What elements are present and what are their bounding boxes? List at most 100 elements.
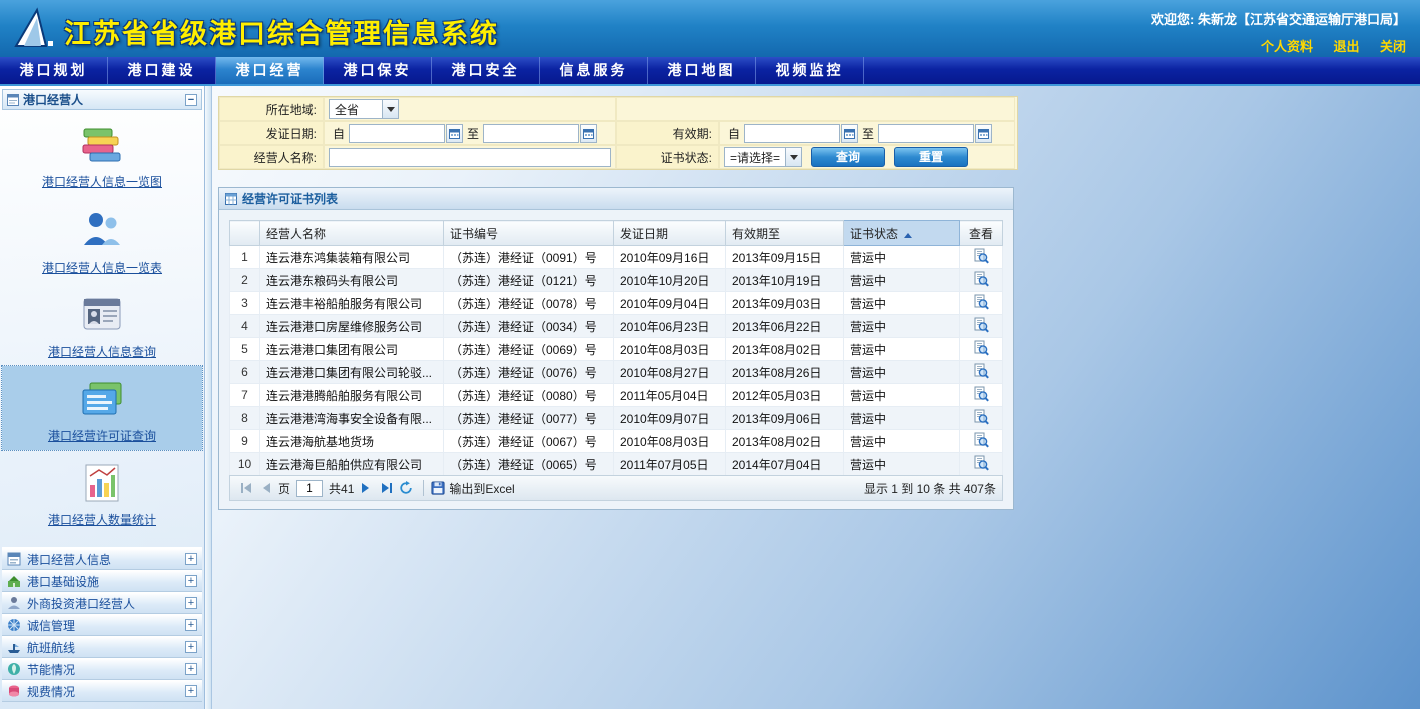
issue-date-from-input[interactable] [349,124,445,143]
cert-status-select-value: =请选择= [725,149,785,166]
accordion-item-infrastructure[interactable]: 港口基础设施 + [2,570,202,592]
calendar-icon[interactable] [975,124,992,143]
issue-date-cell: 2010年10月20日 [614,269,726,292]
row-number: 6 [230,361,260,384]
cert-no-cell: （苏连）港经证（0078）号 [444,292,614,315]
column-header-cert-no[interactable]: 证书编号 [444,221,614,246]
column-header-operator-name[interactable]: 经营人名称 [260,221,444,246]
sidebar-panel-header[interactable]: 港口经营人 − [2,89,202,110]
sidebar: 港口经营人 − 港口经营人信息一览图 [0,86,205,709]
table-row[interactable]: 8连云港港湾海事安全设备有限...（苏连）港经证（0077）号2010年09月0… [230,407,1003,430]
sidebar-item-statistics[interactable]: 港口经营人数量统计 [2,450,202,534]
sidebar-item-overview-map[interactable]: 港口经营人信息一览图 [2,110,202,196]
last-page-button[interactable] [376,478,396,498]
logout-link[interactable]: 退出 [1334,39,1360,54]
accordion-item-energy-saving[interactable]: 节能情况 + [2,658,202,680]
sidebar-splitter[interactable] [205,86,212,709]
row-number: 3 [230,292,260,315]
nav-tab-info-service[interactable]: 信息服务 [540,57,648,84]
cert-status-select[interactable]: =请选择= [724,147,802,167]
validity-from-input[interactable] [744,124,840,143]
export-excel-button[interactable]: 输出到Excel [431,480,514,497]
profile-link[interactable]: 个人资料 [1261,39,1313,54]
accordion-item-operator-info[interactable]: 港口经营人信息 + [2,548,202,570]
nav-tab-planning[interactable]: 港口规划 [0,57,108,84]
table-row[interactable]: 7连云港港腾船舶服务有限公司（苏连）港经证（0080）号2011年05月04日2… [230,384,1003,407]
column-header-cert-status[interactable]: 证书状态 [844,221,960,246]
reset-button[interactable]: 重置 [894,147,968,167]
next-page-button[interactable] [356,478,376,498]
sidebar-item-label: 港口经营人信息一览表 [2,259,202,276]
table-row[interactable]: 9连云港海航基地货场（苏连）港经证（0067）号2010年08月03日2013年… [230,430,1003,453]
row-number: 8 [230,407,260,430]
table-row[interactable]: 4连云港港口房屋维修服务公司（苏连）港经证（0034）号2010年06月23日2… [230,315,1003,338]
expand-icon[interactable]: + [185,597,197,609]
view-icon[interactable] [973,294,989,310]
row-number: 1 [230,246,260,269]
validity-to-input[interactable] [878,124,974,143]
expand-icon[interactable]: + [185,553,197,565]
expand-icon[interactable]: + [185,685,197,697]
from-label: 自 [333,125,345,142]
view-icon[interactable] [973,386,989,402]
view-icon[interactable] [973,271,989,287]
table-row[interactable]: 3连云港丰裕船舶服务有限公司（苏连）港经证（0078）号2010年09月04日2… [230,292,1003,315]
sidebar-item-info-query[interactable]: 港口经营人信息查询 [2,282,202,366]
region-select[interactable]: 全省 [329,99,399,119]
column-header-view[interactable]: 查看 [960,221,1003,246]
valid-until-cell: 2014年07月04日 [726,453,844,476]
first-page-button[interactable] [236,478,256,498]
column-header-issue-date[interactable]: 发证日期 [614,221,726,246]
view-icon[interactable] [973,248,989,264]
calendar-icon[interactable] [841,124,858,143]
cert-no-cell: （苏连）港经证（0034）号 [444,315,614,338]
view-icon[interactable] [973,317,989,333]
cert-list-panel: 经营许可证书列表 经营人名称 证书编号 发证 [218,187,1014,510]
view-icon[interactable] [973,363,989,379]
calendar-icon[interactable] [446,124,463,143]
sidebar-item-license-query[interactable]: 港口经营许可证查询 [2,366,202,450]
refresh-icon[interactable] [396,478,416,498]
nav-tab-construction[interactable]: 港口建设 [108,57,216,84]
table-row[interactable]: 10连云港海巨船舶供应有限公司（苏连）港经证（0065）号2011年07月05日… [230,453,1003,476]
from-label: 自 [728,125,740,142]
credit-icon [7,618,21,632]
nav-tab-port-safety[interactable]: 港口安全 [432,57,540,84]
nav-tab-port-security[interactable]: 港口保安 [324,57,432,84]
prev-page-button[interactable] [256,478,276,498]
row-number-header [230,221,260,246]
nav-tab-video-monitor[interactable]: 视频监控 [756,57,864,84]
accordion-item-shipping-routes[interactable]: 航班航线 + [2,636,202,658]
close-link[interactable]: 关闭 [1380,39,1406,54]
table-row[interactable]: 6连云港港口集团有限公司轮驳...（苏连）港经证（0076）号2010年08月2… [230,361,1003,384]
table-row[interactable]: 1连云港东鸿集装箱有限公司（苏连）港经证（0091）号2010年09月16日20… [230,246,1003,269]
page-input[interactable] [296,480,323,497]
expand-icon[interactable]: + [185,641,197,653]
app-title: 江苏省省级港口综合管理信息系统 [64,12,499,51]
operator-name-cell: 连云港海巨船舶供应有限公司 [260,453,444,476]
view-icon[interactable] [973,455,989,471]
query-button[interactable]: 查询 [811,147,885,167]
nav-tab-port-map[interactable]: 港口地图 [648,57,756,84]
view-icon[interactable] [973,340,989,356]
accordion-item-fees[interactable]: 规费情况 + [2,680,202,702]
issue-date-cell: 2010年08月27日 [614,361,726,384]
cert-no-cell: （苏连）港经证（0077）号 [444,407,614,430]
view-icon[interactable] [973,409,989,425]
table-row[interactable]: 5连云港港口集团有限公司（苏连）港经证（0069）号2010年08月03日201… [230,338,1003,361]
expand-icon[interactable]: + [185,575,197,587]
nav-tab-operation[interactable]: 港口经营 [216,57,324,84]
accordion-item-credit-management[interactable]: 诚信管理 + [2,614,202,636]
issue-date-to-input[interactable] [483,124,579,143]
expand-icon[interactable]: + [185,619,197,631]
calendar-icon[interactable] [580,124,597,143]
column-header-valid-until[interactable]: 有效期至 [726,221,844,246]
view-icon[interactable] [973,432,989,448]
route-icon [7,640,21,654]
sidebar-item-overview-table[interactable]: 港口经营人信息一览表 [2,196,202,282]
table-row[interactable]: 2连云港东粮码头有限公司（苏连）港经证（0121）号2010年10月20日201… [230,269,1003,292]
accordion-item-foreign-investment[interactable]: 外商投资港口经营人 + [2,592,202,614]
collapse-icon[interactable]: − [185,94,197,106]
operator-name-input[interactable] [329,148,611,167]
expand-icon[interactable]: + [185,663,197,675]
